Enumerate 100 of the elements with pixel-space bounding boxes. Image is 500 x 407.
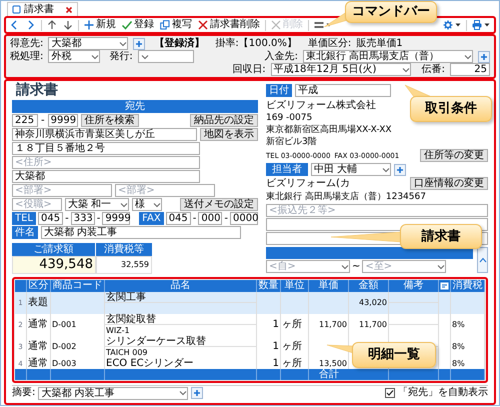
printer-icon	[472, 20, 482, 30]
chevron-down-icon	[91, 52, 100, 60]
callout: 明細一覧	[352, 342, 436, 368]
dropdown[interactable]: 大築都 内装工事	[38, 386, 188, 400]
field-label: TEL	[12, 212, 36, 225]
memo-settings-button[interactable]: 送付メモの設定	[180, 198, 258, 211]
field-label: 回収日:	[232, 64, 266, 76]
tax-amount: 32,559	[96, 256, 152, 274]
toolbar-icon-button[interactable]	[442, 18, 462, 32]
document-icon	[12, 5, 21, 14]
layout-icon	[314, 20, 324, 30]
toolbar-icon-button[interactable]	[46, 18, 58, 32]
dropdown[interactable]: 大築 和一	[65, 198, 129, 211]
gear-icon	[443, 20, 453, 30]
table-cell: 1	[272, 319, 279, 331]
search-address-button[interactable]: 住所を検索	[80, 114, 139, 127]
toolbar-button[interactable]: 複写	[159, 18, 193, 32]
plus-icon	[480, 52, 488, 60]
add-button[interactable]	[191, 387, 204, 399]
text-field[interactable]: 333	[70, 212, 95, 225]
item-name: 玄関錠取替	[105, 314, 256, 325]
invoice-title: 請求書	[14, 82, 59, 99]
chevron-down-icon	[179, 389, 188, 397]
address-text: 169 -0075	[266, 113, 312, 124]
item-name: ECO ECシリンダー	[105, 358, 195, 369]
date-field[interactable]: 平成	[295, 84, 391, 97]
table-cell: 8%	[452, 319, 465, 331]
toolbar-button[interactable]: 登録	[121, 18, 155, 32]
text-field[interactable]: 大築都	[12, 170, 200, 183]
dropdown[interactable]: 外税	[48, 50, 100, 63]
table-cell: 8%	[452, 358, 465, 370]
field-label: 日付	[266, 84, 292, 97]
dropdown[interactable]: 東北銀行 高田馬場支店（普）	[303, 50, 473, 63]
dash-label: -	[96, 212, 100, 224]
tilde-label: ~	[352, 260, 360, 272]
text-field[interactable]: 0000	[230, 212, 258, 225]
delivery-settings-button[interactable]: 納品先の設定	[190, 114, 258, 127]
item-name: 玄関工事	[105, 292, 256, 303]
table-cell: ヶ所	[282, 341, 302, 353]
text-field[interactable]: 045	[166, 212, 191, 225]
field-label: 入金先:	[264, 50, 298, 62]
table-cell: ヶ所	[282, 319, 302, 331]
close-icon	[65, 6, 73, 14]
add-button[interactable]	[133, 38, 146, 50]
chevron-down-icon	[402, 66, 410, 74]
customer-dropdown[interactable]: 大築都	[48, 37, 128, 50]
table-cell: 1	[272, 341, 279, 353]
account-name: ビズリフォーム(カ	[266, 178, 350, 190]
address-text: 新宿ビル3階	[266, 137, 317, 148]
status-label: 【登録済】	[154, 38, 204, 50]
chevron-down-icon	[153, 200, 161, 208]
delete-icon	[271, 20, 281, 30]
copy-icon	[160, 20, 170, 30]
scroll-up-button[interactable]	[477, 247, 488, 273]
text-field[interactable]: 9999	[102, 212, 130, 225]
field-label: 伝番:	[422, 64, 445, 76]
dash-label: -	[224, 212, 228, 224]
table-cell: 1	[272, 358, 279, 370]
text-field[interactable]: 045	[38, 212, 64, 225]
plus-icon	[135, 40, 144, 48]
dropdown[interactable]: 平成18年12月 5日(火)	[270, 63, 411, 76]
text-field[interactable]: 225	[12, 114, 38, 127]
chevron-down-icon	[382, 166, 390, 174]
toolbar-button[interactable]: 請求書削除	[197, 18, 261, 32]
text-field[interactable]: 大築都 内装工事	[41, 226, 241, 239]
dropdown[interactable]: 様	[132, 198, 162, 211]
add-button[interactable]	[394, 164, 406, 176]
toolbar-button[interactable]: 新規	[83, 18, 117, 32]
table-cell: 表題	[28, 297, 48, 309]
text-field[interactable]: 9999	[48, 114, 78, 127]
text-field[interactable]: 神奈川県横浜市青葉区美しが丘	[12, 128, 197, 141]
chevron-down-icon	[464, 52, 472, 60]
table-cell: 11,700	[359, 319, 387, 331]
caret-icon	[455, 22, 461, 28]
add-button[interactable]	[478, 50, 490, 62]
checkbox[interactable]	[385, 388, 395, 398]
delete-icon	[198, 20, 208, 30]
plus-icon	[193, 389, 202, 397]
amount-header: ご請求額	[12, 243, 96, 256]
field-label: 件名	[12, 226, 38, 239]
field-label: FAX	[139, 212, 164, 225]
total-amount: 439,548	[12, 256, 96, 274]
toolbar-icon-button[interactable]	[471, 18, 491, 32]
forward-icon	[26, 20, 36, 30]
dropdown[interactable]: 中田 大輔	[311, 163, 391, 176]
table-cell: 通常	[28, 358, 48, 370]
chevron-down-icon	[120, 200, 128, 208]
table-cell: D-001	[52, 319, 76, 331]
change-address-button[interactable]: 住所等の変更	[420, 149, 488, 162]
toolbar-icon-button[interactable]	[62, 18, 74, 32]
change-account-button[interactable]: 口座情報の変更	[410, 177, 488, 190]
text-field[interactable]: １８丁目５番地２号	[12, 142, 200, 155]
plus-icon	[84, 20, 94, 30]
text-field[interactable]: 25	[450, 63, 490, 76]
bank-text: 東北銀行 高田馬場支店（普）1234567	[266, 191, 426, 203]
dash-label: -	[192, 212, 196, 224]
tab[interactable]: 請求書	[7, 2, 78, 16]
text-field[interactable]: 000	[198, 212, 222, 225]
show-map-button[interactable]: 地図を表示	[200, 128, 258, 141]
chevron-up-icon	[478, 257, 486, 263]
